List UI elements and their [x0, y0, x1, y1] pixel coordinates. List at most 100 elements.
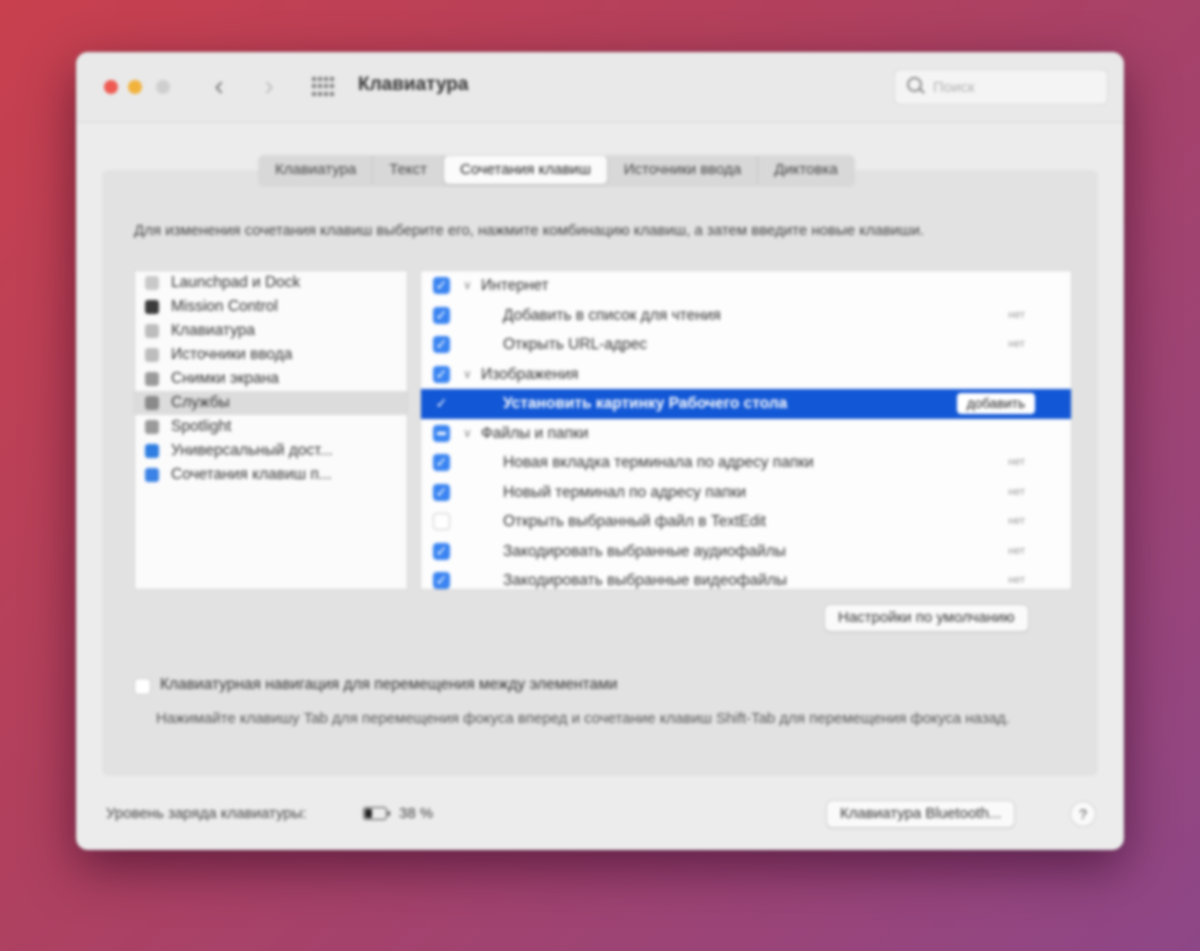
service-group-row[interactable]: ✓ ∨ Изображения [421, 360, 1071, 390]
service-checkbox[interactable]: ✓ [433, 483, 450, 501]
category-label: Spotlight [171, 418, 232, 435]
service-label: Закодировать выбранные видеофайлы [503, 572, 788, 589]
category-icon [145, 468, 159, 482]
zoom-window-button[interactable] [156, 80, 170, 94]
category-item[interactable]: Сочетания клавиш п... [135, 463, 407, 487]
service-row[interactable]: ✓ Закодировать выбранные видеофайлы нет [421, 566, 1071, 589]
service-checkbox[interactable]: ✓ [433, 395, 450, 412]
shortcut-value[interactable]: нет [1008, 301, 1025, 331]
search-field[interactable]: Поиск [894, 69, 1108, 105]
category-item[interactable]: Launchpad и Dock [135, 271, 407, 295]
keyboard-navigation-label: Клавиатурная навигация для перемещения м… [160, 676, 618, 693]
service-checkbox[interactable] [433, 424, 450, 442]
category-item[interactable]: Службы [135, 391, 407, 415]
close-window-button[interactable] [104, 80, 118, 94]
checkmark-icon: ✓ [435, 365, 448, 382]
checkmark-icon: ✓ [435, 542, 448, 559]
battery-icon [363, 807, 390, 820]
service-group-row[interactable]: ∨ Файлы и папки [421, 419, 1071, 449]
category-icon [145, 324, 159, 338]
service-label: Установить картинку Рабочего стола [503, 395, 788, 412]
shortcut-value[interactable]: нет [1008, 566, 1025, 589]
keyboard-navigation-description: Нажимайте клавишу Tab для перемещения фо… [156, 710, 1010, 727]
disclosure-chevron-icon[interactable]: ∨ [463, 360, 472, 390]
disclosure-chevron-icon[interactable]: ∨ [463, 419, 472, 449]
checkmark-icon: ✓ [435, 483, 448, 500]
checkmark-icon: ✓ [435, 395, 448, 411]
forward-arrow-icon[interactable]: › [256, 72, 282, 102]
bluetooth-keyboard-button[interactable]: Клавиатура Bluetooth... [826, 800, 1016, 828]
category-label: Снимки экрана [171, 370, 279, 387]
tab-2[interactable]: Сочетания клавиш [444, 156, 608, 184]
shortcut-value[interactable]: нет [1008, 537, 1025, 567]
service-checkbox[interactable]: ✓ [433, 572, 450, 589]
category-icon [145, 348, 159, 362]
category-label: Универсальный дост... [171, 442, 333, 459]
service-checkbox[interactable]: ✓ [433, 454, 450, 471]
tab-0[interactable]: Клавиатура [259, 156, 374, 184]
service-row[interactable]: ✓ Открыть URL-адрес нет [421, 330, 1071, 360]
keyboard-navigation-checkbox[interactable] [134, 678, 151, 695]
service-label: Изображения [481, 365, 579, 383]
service-label: Открыть URL-адрес [503, 336, 648, 353]
disclosure-chevron-icon[interactable]: ∨ [463, 271, 472, 301]
service-row[interactable]: ✓ Новая вкладка терминала по адресу папки… [421, 448, 1071, 478]
service-checkbox[interactable]: ✓ [433, 542, 450, 560]
service-checkbox[interactable]: ✓ [433, 277, 450, 294]
shortcut-value[interactable]: нет [1008, 448, 1025, 478]
service-label: Закодировать выбранные аудиофайлы [503, 542, 786, 560]
service-checkbox[interactable] [433, 513, 450, 530]
category-item[interactable]: Mission Control [135, 295, 407, 319]
minimize-window-button[interactable] [128, 80, 142, 94]
service-label: Новая вкладка терминала по адресу папки [503, 454, 814, 471]
add-shortcut-button[interactable]: добавить [956, 393, 1035, 414]
service-checkbox[interactable]: ✓ [433, 306, 450, 324]
category-icon [145, 420, 159, 434]
service-group-row[interactable]: ✓ ∨ Интернет [421, 271, 1071, 301]
service-row[interactable]: ✓ Новый терминал по адресу папки нет [421, 478, 1071, 508]
category-item[interactable]: Снимки экрана [135, 367, 407, 391]
category-item[interactable]: Источники ввода [135, 343, 407, 367]
shortcut-value[interactable]: нет [1008, 330, 1025, 360]
category-icon [145, 396, 159, 410]
category-label: Сочетания клавиш п... [171, 466, 332, 483]
service-row[interactable]: Открыть выбранный файл в TextEdit нет [421, 507, 1071, 537]
help-button[interactable]: ? [1070, 801, 1096, 827]
category-item[interactable]: Универсальный дост... [135, 439, 407, 463]
battery-fill [365, 809, 373, 818]
category-icon [145, 300, 159, 314]
service-label: Новый терминал по адресу папки [503, 483, 747, 501]
preferences-window: ‹ › Клавиатура Поиск Клавиатура Текст Соче… [76, 52, 1124, 850]
tab-4[interactable]: Диктовка [758, 156, 854, 184]
show-all-grid-icon[interactable] [312, 77, 334, 97]
battery-level-value: 38 % [399, 805, 434, 822]
tab-bar: Клавиатура Текст Сочетания клавиш Источники… [258, 155, 855, 187]
battery-level-label: Уровень заряда клавиатуры: [106, 805, 307, 822]
services-shortcut-list[interactable]: ✓ ∨ Интернет ✓ Добавить в список для чтения н… [420, 270, 1072, 590]
service-label: Открыть выбранный файл в TextEdit [503, 513, 766, 530]
category-item[interactable]: Клавиатура [135, 319, 407, 343]
category-item[interactable]: Spotlight [135, 415, 407, 439]
service-row[interactable]: ✓ Закодировать выбранные аудиофайлы нет [421, 537, 1071, 567]
service-checkbox[interactable]: ✓ [433, 365, 450, 383]
service-label: Файлы и папки [481, 424, 589, 442]
service-row[interactable]: ✓ Добавить в список для чтения нет [421, 301, 1071, 331]
category-icon [145, 276, 159, 290]
service-checkbox[interactable]: ✓ [433, 336, 450, 353]
checkmark-icon: ✓ [435, 336, 448, 352]
category-label: Launchpad и Dock [171, 274, 301, 291]
search-icon [907, 77, 922, 92]
category-icon [145, 444, 159, 458]
category-icon [145, 372, 159, 386]
tab-1[interactable]: Текст [373, 156, 445, 184]
shortcut-value[interactable]: нет [1008, 478, 1025, 508]
service-row[interactable]: ✓ Установить картинку Рабочего стола добав… [421, 389, 1071, 419]
checkmark-icon: ✓ [435, 572, 448, 588]
back-arrow-icon[interactable]: ‹ [206, 72, 232, 102]
restore-defaults-button[interactable]: Настройки по умолчанию [824, 604, 1029, 632]
category-label: Источники ввода [171, 346, 293, 363]
tab-3[interactable]: Источники ввода [608, 156, 759, 184]
instructions-text: Для изменения сочетания клавиш выберите … [134, 222, 925, 239]
category-list[interactable]: Launchpad и Dock Mission Control Клавиатур… [134, 270, 408, 590]
shortcut-value[interactable]: нет [1008, 507, 1025, 537]
